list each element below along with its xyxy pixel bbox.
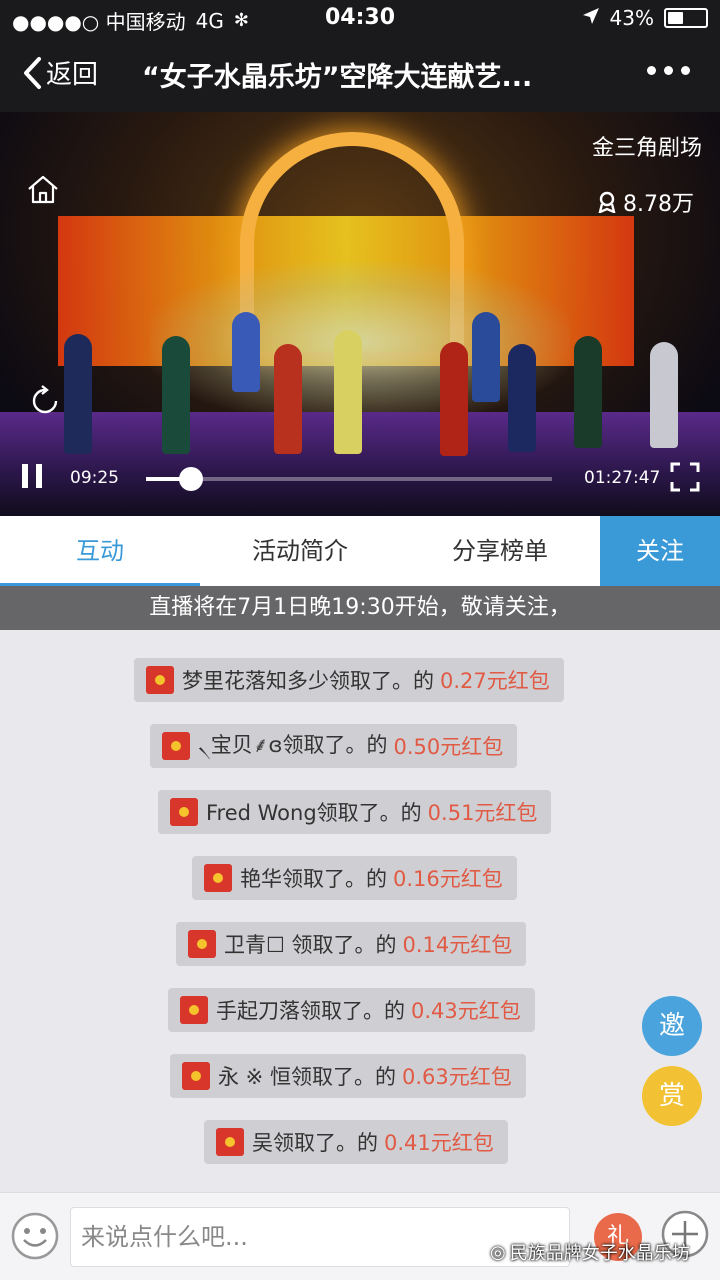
message-text: 卫青☐ 领取了。的	[224, 933, 397, 957]
red-envelope-icon	[216, 1128, 244, 1156]
red-packet-message: Fred Wong领取了。的 0.51元红包	[158, 790, 552, 834]
comment-bar: 来说点什么吧... 礼 ◎ 民族品牌女子水晶乐坊	[0, 1192, 720, 1280]
nav-bar: 返回 “女子水晶乐坊”空降大连献艺...	[0, 36, 720, 112]
red-envelope-icon	[162, 732, 190, 760]
packet-amount: 0.41元红包	[384, 1131, 494, 1155]
red-packet-message: 卫青☐ 领取了。的 0.14元红包	[176, 922, 527, 966]
red-packet-message: 永 ※ 恒领取了。的 0.63元红包	[170, 1054, 526, 1098]
tab-activity-intro[interactable]: 活动简介	[200, 516, 400, 586]
invite-button[interactable]: 邀	[642, 996, 702, 1056]
performer-figure	[64, 334, 92, 454]
red-envelope-icon	[146, 666, 174, 694]
wechat-icon: ◎	[490, 1241, 506, 1263]
battery-icon	[664, 8, 708, 28]
packet-amount: 0.14元红包	[402, 933, 513, 957]
performer-figure	[334, 330, 362, 454]
reward-button[interactable]: 赏	[642, 1066, 702, 1126]
performer-figure	[274, 344, 302, 454]
more-button[interactable]	[647, 66, 690, 75]
red-packet-message: ৲﻿宝贝﻿⸙ɞ领取了。的 0.50元红包	[150, 724, 518, 768]
red-envelope-icon	[170, 798, 198, 826]
message-text: 吴领取了。的	[252, 1131, 378, 1155]
total-time: 01:27:47	[584, 468, 661, 488]
home-icon[interactable]	[26, 174, 60, 208]
packet-amount: 0.43元红包	[411, 999, 521, 1023]
location-icon	[582, 6, 600, 30]
message-text: 梦里花落知多少领取了。的	[182, 669, 434, 693]
red-envelope-icon	[182, 1062, 210, 1090]
message-text: ৲﻿宝贝﻿⸙ɞ领取了。的	[198, 732, 388, 757]
pause-button[interactable]	[22, 464, 42, 488]
battery-fill	[668, 12, 684, 24]
red-packet-message: 梦里花落知多少领取了。的 0.27元红包	[134, 658, 564, 702]
chevron-left-icon	[24, 56, 41, 89]
emoji-icon[interactable]	[10, 1211, 60, 1265]
follow-button[interactable]: 关注	[600, 516, 720, 586]
back-label: 返回	[46, 60, 99, 90]
performer-figure	[162, 336, 190, 454]
watermark: ◎ 民族品牌女子水晶乐坊	[490, 1239, 690, 1265]
viewer-icon	[598, 191, 616, 213]
venue-label: 金三角剧场	[591, 136, 702, 161]
message-text: 手起刀落领取了。的	[216, 999, 405, 1023]
packet-amount: 0.51元红包	[427, 801, 538, 825]
broadcast-notice: 直播将在7月1日晚19:30开始，敬请关注，	[0, 586, 720, 630]
packet-amount: 0.50元红包	[393, 735, 504, 759]
red-packet-message: 手起刀落领取了。的 0.43元红包	[168, 988, 535, 1032]
page-title: “女子水晶乐坊”空降大连献艺...	[142, 62, 533, 93]
performer-figure	[232, 312, 260, 392]
refresh-icon[interactable]	[28, 384, 62, 422]
watermark-text: 民族品牌女子水晶乐坊	[509, 1243, 690, 1264]
red-packet-message: 艳华领取了。的 0.16元红包	[192, 856, 517, 900]
current-time: 09:25	[70, 468, 119, 488]
progress-handle[interactable]	[178, 467, 203, 491]
back-button[interactable]: 返回	[22, 54, 98, 91]
message-text: 艳华领取了。的	[240, 867, 387, 891]
performer-figure	[472, 312, 500, 402]
performer-figure	[574, 336, 602, 448]
red-envelope-icon	[204, 864, 232, 892]
player-controls: 09:25 01:27:47	[0, 456, 720, 506]
red-envelope-icon	[180, 996, 208, 1024]
viewer-count: 8.78万	[597, 186, 694, 218]
interaction-feed[interactable]: 直播将在7月1日晚19:30开始，敬请关注， 梦里花落知多少领取了。的 0.27元…	[0, 586, 720, 1192]
tab-bar: 互动 活动简介 分享榜单 关注	[0, 516, 720, 586]
fullscreen-icon[interactable]	[670, 462, 700, 496]
tab-share-ranking[interactable]: 分享榜单	[400, 516, 600, 586]
red-packet-message: 吴领取了。的 0.41元红包	[204, 1120, 508, 1164]
message-text: 永 ※ 恒领取了。的	[218, 1065, 396, 1089]
performer-figure	[650, 342, 678, 448]
performer-figure	[440, 342, 468, 456]
viewer-count-label: 8.78万	[623, 192, 694, 217]
packet-amount: 0.27元红包	[440, 669, 550, 693]
battery-percent: 43%	[609, 6, 654, 30]
progress-track[interactable]	[146, 477, 552, 481]
performer-figure	[508, 344, 536, 452]
video-player[interactable]: 金三角剧场 8.78万 09:25 01:27:47	[0, 112, 720, 516]
packet-amount: 0.16元红包	[393, 867, 503, 891]
tab-interaction[interactable]: 互动	[0, 516, 200, 586]
packet-amount: 0.63元红包	[401, 1065, 512, 1089]
status-bar: ●●●●○ 中国移动 4G ✻ 04:30 43%	[0, 0, 720, 36]
red-envelope-icon	[188, 930, 216, 958]
message-text: Fred Wong领取了。的	[206, 801, 422, 825]
